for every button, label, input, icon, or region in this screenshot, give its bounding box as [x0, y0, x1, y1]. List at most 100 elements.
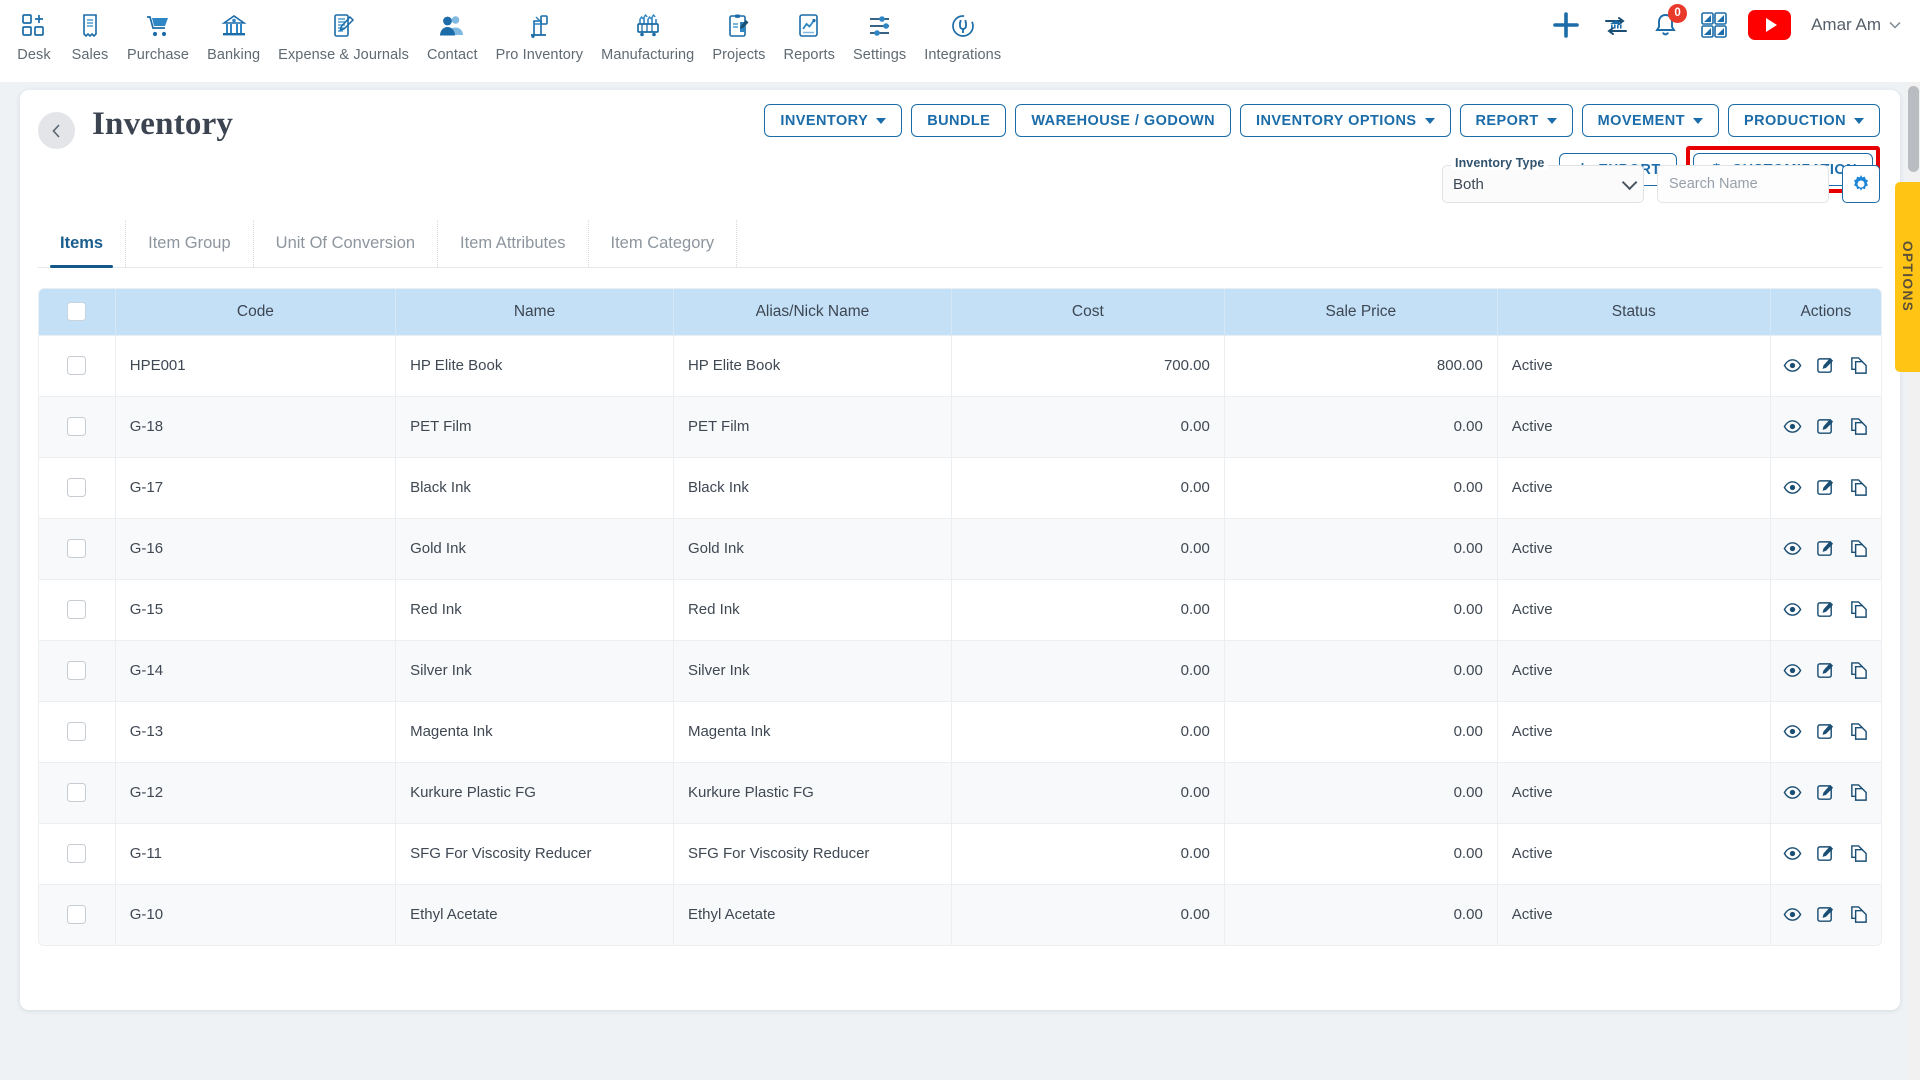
user-menu[interactable]: Amar Am	[1811, 15, 1902, 35]
tab-unit-of-conversion[interactable]: Unit Of Conversion	[254, 220, 439, 267]
table-row[interactable]: G-15 Red Ink Red Ink 0.00 0.00 Active	[39, 578, 1881, 640]
column-header-sale-price[interactable]: Sale Price	[1224, 289, 1498, 335]
page-scrollbar-thumb[interactable]	[1908, 86, 1919, 172]
nav-item-manufacturing[interactable]: Manufacturing	[592, 8, 703, 63]
view-icon[interactable]	[1783, 722, 1802, 741]
nav-item-settings[interactable]: Settings	[844, 8, 915, 63]
nav-item-sales[interactable]: Sales	[62, 8, 118, 63]
nav-item-desk[interactable]: Desk	[6, 8, 62, 63]
edit-icon[interactable]	[1816, 783, 1835, 802]
select-all-checkbox[interactable]	[67, 302, 87, 322]
edit-icon[interactable]	[1816, 722, 1835, 741]
column-header-actions[interactable]: Actions	[1770, 289, 1881, 335]
view-icon[interactable]	[1783, 905, 1802, 924]
edit-icon[interactable]	[1816, 661, 1835, 680]
column-header-code[interactable]: Code	[115, 289, 397, 335]
column-header-status[interactable]: Status	[1497, 289, 1771, 335]
copy-icon[interactable]	[1849, 661, 1868, 680]
table-row[interactable]: G-16 Gold Ink Gold Ink 0.00 0.00 Active	[39, 517, 1881, 579]
options-side-tab[interactable]: OPTIONS	[1895, 182, 1920, 372]
tab-item-category[interactable]: Item Category	[589, 220, 738, 267]
row-checkbox[interactable]	[67, 905, 87, 925]
table-row[interactable]: G-10 Ethyl Acetate Ethyl Acetate 0.00 0.…	[39, 883, 1881, 945]
nav-item-label: Contact	[426, 47, 478, 63]
tab-items[interactable]: Items	[38, 220, 127, 268]
notifications-bell-icon[interactable]: 0	[1651, 3, 1688, 40]
nav-item-expense-journals[interactable]: Expense & Journals	[269, 8, 418, 63]
copy-icon[interactable]	[1849, 844, 1868, 863]
copy-icon[interactable]	[1849, 905, 1868, 924]
toolbar-button-warehouse-godown[interactable]: WAREHOUSE / GODOWN	[1015, 104, 1232, 137]
column-header-alias-nick-name[interactable]: Alias/Nick Name	[673, 289, 952, 335]
toolbar-button-movement[interactable]: MOVEMENT	[1581, 104, 1720, 137]
nav-item-projects[interactable]: Projects	[703, 8, 774, 63]
nav-item-pro-inventory[interactable]: Pro Inventory	[487, 8, 593, 63]
view-icon[interactable]	[1783, 356, 1802, 375]
view-icon[interactable]	[1783, 783, 1802, 802]
toolbar-button-inventory-options[interactable]: INVENTORY OPTIONS	[1240, 104, 1451, 137]
row-checkbox[interactable]	[67, 356, 87, 375]
copy-icon[interactable]	[1849, 478, 1868, 497]
table-row[interactable]: HPE001 HP Elite Book HP Elite Book 700.0…	[39, 334, 1881, 396]
row-checkbox[interactable]	[67, 844, 87, 863]
nav-item-reports[interactable]: Reports	[775, 8, 844, 63]
column-header-cost[interactable]: Cost	[951, 289, 1225, 335]
search-input[interactable]	[1669, 176, 1856, 192]
edit-icon[interactable]	[1816, 356, 1835, 375]
row-checkbox[interactable]	[67, 783, 87, 802]
table-row[interactable]: G-14 Silver Ink Silver Ink 0.00 0.00 Act…	[39, 639, 1881, 701]
row-action-group	[1783, 356, 1868, 375]
nav-item-contact[interactable]: Contact	[418, 8, 487, 63]
edit-icon[interactable]	[1816, 478, 1835, 497]
table-settings-button[interactable]	[1842, 165, 1880, 203]
tab-item-group[interactable]: Item Group	[126, 220, 254, 267]
apps-grid-icon[interactable]	[1700, 11, 1728, 39]
cell-status: Active	[1497, 578, 1771, 640]
toolbar-button-production[interactable]: PRODUCTION	[1728, 104, 1880, 137]
copy-icon[interactable]	[1849, 783, 1868, 802]
row-checkbox[interactable]	[67, 600, 87, 619]
inventory-type-select[interactable]: Inventory Type Both	[1442, 156, 1644, 203]
row-checkbox[interactable]	[67, 417, 87, 436]
tab-item-attributes[interactable]: Item Attributes	[438, 220, 589, 267]
table-row[interactable]: G-18 PET Film PET Film 0.00 0.00 Active	[39, 395, 1881, 457]
search-name-field[interactable]	[1657, 165, 1856, 203]
plus-icon[interactable]	[1551, 10, 1581, 40]
inventory-type-control[interactable]: Both	[1442, 165, 1644, 203]
copy-icon[interactable]	[1849, 722, 1868, 741]
back-button[interactable]	[38, 112, 75, 149]
edit-icon[interactable]	[1816, 539, 1835, 558]
toolbar-button-bundle[interactable]: BUNDLE	[911, 104, 1007, 137]
row-checkbox[interactable]	[67, 661, 87, 680]
edit-icon[interactable]	[1816, 417, 1835, 436]
table-row[interactable]: G-17 Black Ink Black Ink 0.00 0.00 Activ…	[39, 456, 1881, 518]
nav-item-banking[interactable]: Banking	[198, 8, 269, 63]
row-checkbox[interactable]	[67, 539, 87, 558]
copy-icon[interactable]	[1849, 539, 1868, 558]
youtube-play-icon[interactable]	[1748, 10, 1792, 40]
edit-icon[interactable]	[1816, 905, 1835, 924]
bank-transfer-icon[interactable]	[1601, 10, 1631, 40]
copy-icon[interactable]	[1849, 600, 1868, 619]
toolbar-button-report[interactable]: REPORT	[1459, 104, 1573, 137]
row-checkbox[interactable]	[67, 478, 87, 497]
view-icon[interactable]	[1783, 539, 1802, 558]
cell-status: Active	[1497, 517, 1771, 579]
nav-item-integrations[interactable]: Integrations	[915, 8, 1010, 63]
copy-icon[interactable]	[1849, 417, 1868, 436]
table-row[interactable]: G-13 Magenta Ink Magenta Ink 0.00 0.00 A…	[39, 700, 1881, 762]
nav-item-purchase[interactable]: Purchase	[118, 8, 198, 63]
row-checkbox[interactable]	[67, 722, 87, 741]
column-header-name[interactable]: Name	[395, 289, 674, 335]
view-icon[interactable]	[1783, 600, 1802, 619]
view-icon[interactable]	[1783, 417, 1802, 436]
edit-icon[interactable]	[1816, 600, 1835, 619]
copy-icon[interactable]	[1849, 356, 1868, 375]
edit-icon[interactable]	[1816, 844, 1835, 863]
table-row[interactable]: G-11 SFG For Viscosity Reducer SFG For V…	[39, 822, 1881, 884]
view-icon[interactable]	[1783, 844, 1802, 863]
toolbar-button-inventory[interactable]: INVENTORY	[764, 104, 903, 137]
table-row[interactable]: G-12 Kurkure Plastic FG Kurkure Plastic …	[39, 761, 1881, 823]
view-icon[interactable]	[1783, 478, 1802, 497]
view-icon[interactable]	[1783, 661, 1802, 680]
